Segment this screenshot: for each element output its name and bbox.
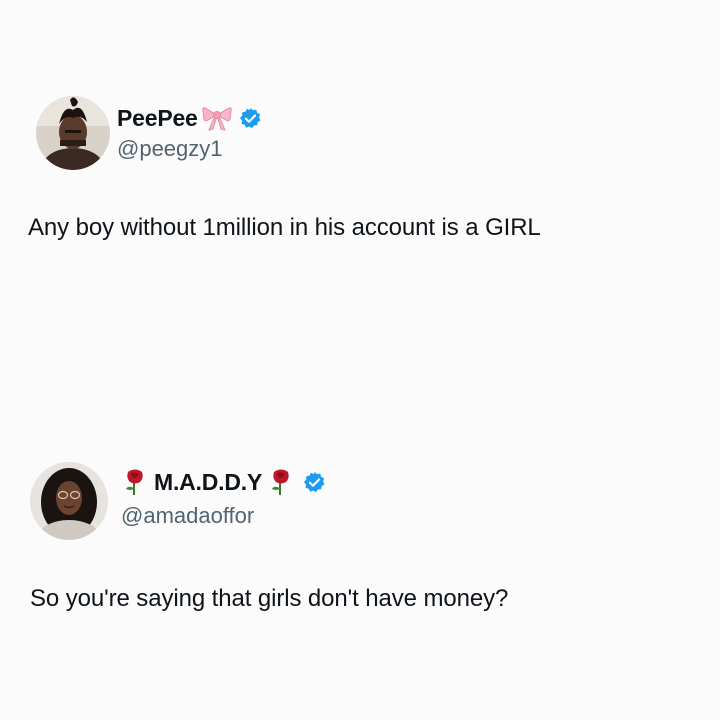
avatar[interactable] (36, 96, 110, 170)
avatar-image (36, 96, 110, 170)
display-name[interactable]: PeePee (117, 105, 198, 132)
handle[interactable]: @amadaoffor (121, 503, 254, 529)
name-row: M.A.D.D.Y (120, 467, 326, 497)
rose-emoji-icon (266, 468, 296, 496)
rose-emoji-icon (120, 468, 150, 496)
verified-badge-icon (239, 107, 262, 130)
handle[interactable]: @peegzy1 (117, 136, 223, 162)
verified-badge-icon (303, 471, 326, 494)
tweet-text: Any boy without 1million in his account … (28, 214, 541, 241)
avatar-image (30, 462, 108, 540)
tweet-text: So you're saying that girls don't have m… (30, 585, 509, 612)
bow-emoji-icon (201, 104, 232, 132)
avatar[interactable] (30, 462, 108, 540)
name-row: PeePee (117, 103, 262, 133)
display-name[interactable]: M.A.D.D.Y (154, 469, 262, 496)
